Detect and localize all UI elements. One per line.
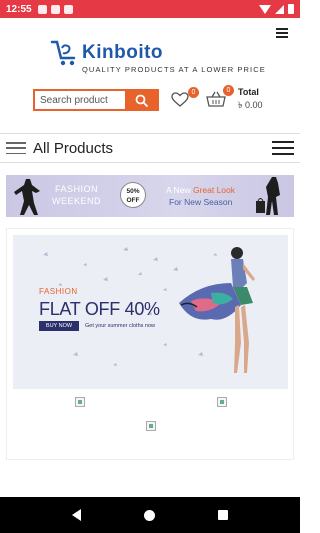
shield-icon: [50, 4, 60, 14]
model-with-bags-image: [256, 177, 280, 215]
new-look-prefix: A New: [166, 185, 191, 195]
cart-total: Total ৳ 0.00: [238, 86, 263, 112]
brand-logo[interactable]: Kinboito: [50, 38, 163, 68]
menu-line: [276, 32, 288, 34]
wishlist-button[interactable]: 0: [171, 87, 199, 110]
menu-line: [276, 36, 288, 38]
search-input[interactable]: [35, 91, 125, 109]
product-thumbnail[interactable]: [146, 421, 156, 431]
discount-off: OFF: [126, 197, 140, 204]
product-thumbnail[interactable]: [217, 397, 227, 407]
menu-line: [6, 142, 26, 144]
app-header: Kinboito QUALITY PRODUCTS AT A LOWER PRI…: [0, 18, 300, 128]
search-button[interactable]: [125, 91, 157, 109]
status-bar: 12:55: [0, 0, 300, 18]
back-icon[interactable]: [71, 509, 81, 521]
wifi-icon: [259, 4, 271, 14]
wishlist-count-badge: 0: [188, 87, 199, 98]
product-thumbnail[interactable]: [75, 397, 85, 407]
promo-kicker: FASHION: [39, 287, 78, 296]
recent-apps-icon[interactable]: [218, 510, 229, 520]
sd-card-icon: [63, 4, 73, 14]
hamburger-menu-button[interactable]: [272, 141, 294, 155]
buy-now-button[interactable]: BUY NOW: [39, 321, 79, 331]
cart-count-badge: 0: [223, 85, 234, 96]
category-menu-icon[interactable]: [6, 142, 26, 154]
settings-icon: [37, 4, 47, 14]
new-look-line: A New Great Look: [166, 185, 235, 195]
status-notification-icons: [37, 4, 73, 14]
cart-logo-icon: [50, 40, 76, 66]
heart-icon: [171, 92, 189, 107]
signal-icon: [275, 4, 284, 14]
menu-line: [6, 152, 26, 154]
menu-line: [272, 153, 294, 155]
model-dress-image: [179, 247, 255, 373]
search-bar: [33, 89, 159, 111]
brand-name: Kinboito: [82, 42, 164, 63]
promo-subtext: Get your summer cloths now: [85, 323, 155, 329]
fashion-weekend-text: FASHION WEEKEND: [52, 183, 101, 207]
total-label: Total: [238, 87, 259, 97]
page-title: All Products: [33, 139, 114, 157]
home-icon[interactable]: [143, 509, 155, 521]
promo-headline: FLAT OFF 40%: [39, 299, 160, 319]
fashion-word: FASHION: [55, 184, 99, 194]
battery-icon: [288, 4, 294, 14]
overflow-menu-button[interactable]: [276, 28, 288, 38]
fashion-weekend-banner[interactable]: FASHION WEEKEND 50% OFF A New Great Look…: [6, 175, 294, 217]
discount-badge: 50% OFF: [120, 182, 146, 208]
brand-tagline: QUALITY PRODUCTS AT A LOWER PRICE: [82, 65, 266, 74]
weekend-word: WEEKEND: [52, 196, 102, 206]
total-amount: ৳ 0.00: [238, 100, 263, 110]
all-products-bar: All Products: [0, 133, 300, 163]
new-season-line: For New Season: [169, 197, 233, 207]
great-look-highlight: Great Look: [192, 185, 236, 195]
flat-off-promo-banner[interactable]: FASHION FLAT OFF 40% BUY NOW Get your su…: [13, 235, 288, 389]
status-time: 12:55: [6, 3, 32, 15]
cart-button[interactable]: 0: [206, 85, 234, 110]
menu-line: [276, 28, 288, 30]
system-navigation-bar: [0, 497, 300, 533]
promo-card: FASHION FLAT OFF 40% BUY NOW Get your su…: [6, 228, 294, 460]
discount-percent: 50%: [126, 188, 140, 195]
menu-line: [272, 147, 294, 149]
search-icon: [135, 94, 148, 107]
menu-line: [272, 141, 294, 143]
model-figure-image: [14, 179, 40, 215]
menu-line: [6, 147, 26, 149]
